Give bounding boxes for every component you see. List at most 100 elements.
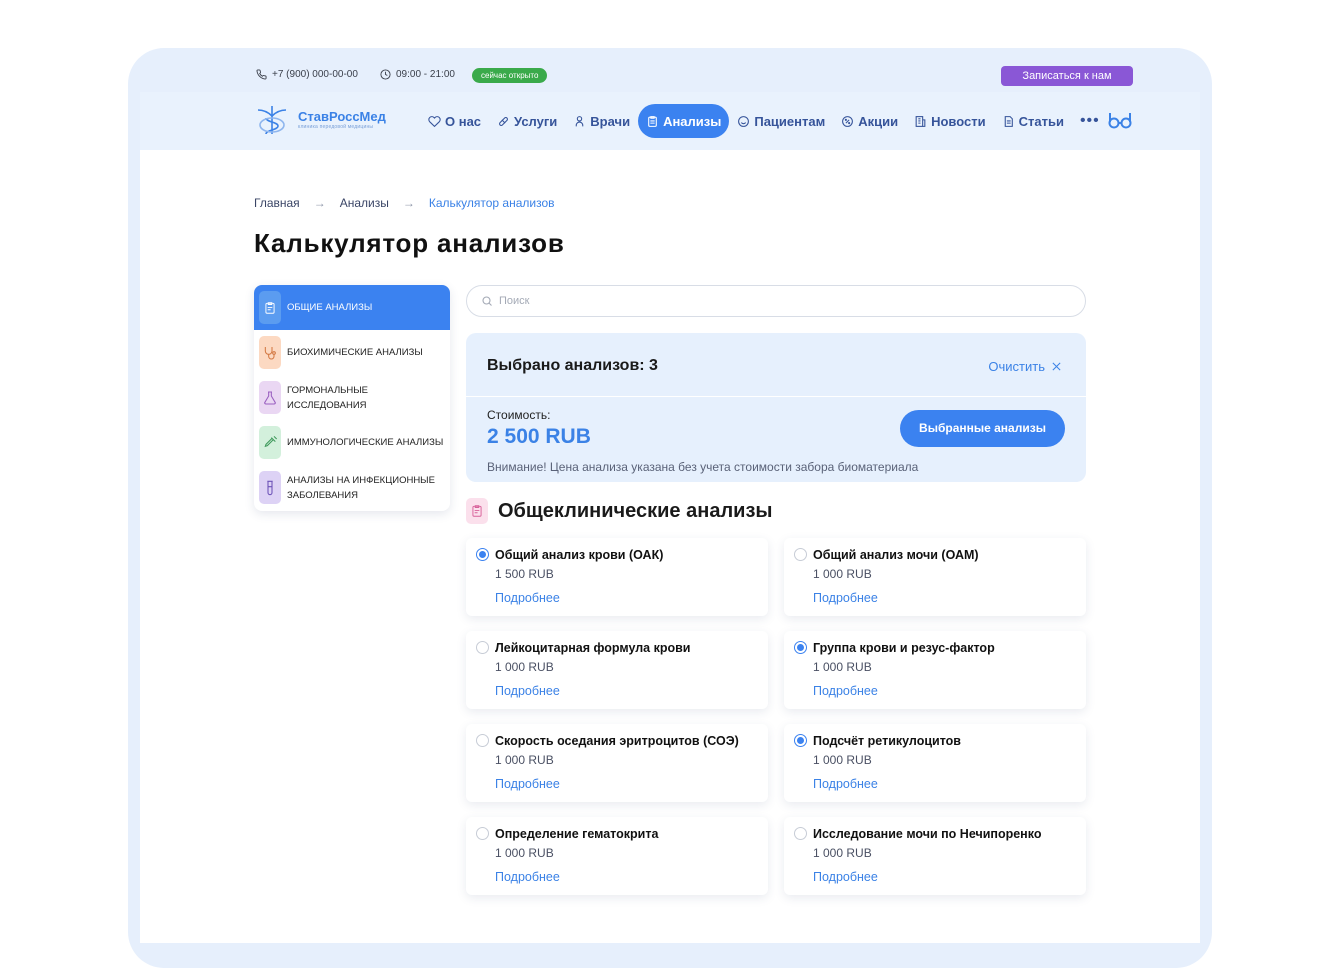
analysis-name: Общий анализ мочи (ОАМ)	[813, 548, 979, 562]
analysis-card[interactable]: Определение гематокрита 1 000 RUB Подроб…	[466, 817, 768, 895]
analysis-card[interactable]: Общий анализ мочи (ОАМ) 1 000 RUB Подроб…	[784, 538, 1086, 616]
analysis-name: Скорость оседания эритроцитов (СОЭ)	[495, 734, 739, 748]
breadcrumb-current[interactable]: Калькулятор анализов	[429, 196, 555, 210]
analysis-price: 1 000 RUB	[813, 846, 872, 860]
nav-item-label: Статьи	[1018, 113, 1064, 129]
main-navbar: СтавРоссМед клиника передовой медицины О…	[140, 92, 1200, 150]
category-label: Общие анализы	[287, 302, 373, 313]
clear-label: Очистить	[988, 359, 1045, 374]
opening-hours: 09:00 - 21:00	[380, 69, 455, 80]
section-title: Общеклинические анализы	[498, 499, 773, 522]
analysis-price: 1 000 RUB	[813, 660, 872, 674]
analysis-card[interactable]: Исследование мочи по Нечипоренко 1 000 R…	[784, 817, 1086, 895]
radio-unselected[interactable]	[476, 827, 489, 840]
analysis-card[interactable]: Общий анализ крови (ОАК) 1 500 RUB Подро…	[466, 538, 768, 616]
accessibility-glasses-icon[interactable]	[1108, 110, 1132, 135]
details-link[interactable]: Подробнее	[495, 870, 560, 884]
nav-item-about[interactable]: О нас	[420, 104, 489, 138]
flask-icon	[259, 381, 281, 414]
nav-item-services[interactable]: Услуги	[489, 104, 565, 138]
details-link[interactable]: Подробнее	[813, 777, 878, 791]
nav-item-label: Пациентам	[754, 113, 826, 129]
percent-icon	[842, 115, 854, 127]
open-status-badge: сейчас открыто	[472, 68, 548, 83]
nav-item-promotions[interactable]: Акции	[833, 104, 906, 138]
test-tube-icon	[259, 471, 281, 504]
analysis-price: 1 000 RUB	[813, 753, 872, 767]
smile-icon	[738, 115, 750, 127]
building-icon	[915, 115, 926, 127]
section-header: Общеклинические анализы	[466, 498, 772, 524]
nav-item-patients[interactable]: Пациентам	[729, 104, 833, 138]
details-link[interactable]: Подробнее	[813, 591, 878, 605]
search-bar	[466, 285, 1086, 317]
radio-selected[interactable]	[794, 641, 807, 654]
clear-button[interactable]: Очистить	[988, 359, 1062, 374]
category-infectious[interactable]: Анализы на инфекционные заболевания	[254, 465, 450, 510]
category-immunological[interactable]: Иммунологические анализы	[254, 420, 450, 465]
analysis-card[interactable]: Скорость оседания эритроцитов (СОЭ) 1 00…	[466, 724, 768, 802]
radio-selected[interactable]	[794, 734, 807, 747]
analysis-name: Исследование мочи по Нечипоренко	[813, 827, 1042, 841]
category-hormonal[interactable]: Гормональные исследования	[254, 375, 450, 420]
book-appointment-button[interactable]: Записаться к нам	[1001, 66, 1133, 86]
radio-unselected[interactable]	[794, 548, 807, 561]
analysis-price: 1 000 RUB	[495, 660, 554, 674]
stethoscope-icon	[259, 336, 281, 369]
radio-unselected[interactable]	[794, 827, 807, 840]
nav-item-articles[interactable]: Статьи	[994, 104, 1072, 138]
details-link[interactable]: Подробнее	[495, 684, 560, 698]
selection-summary: Выбрано анализов: 3 Очистить Стоимость: …	[466, 333, 1086, 482]
nav-item-doctors[interactable]: Врачи	[565, 104, 638, 138]
category-general[interactable]: Общие анализы	[254, 285, 450, 330]
details-link[interactable]: Подробнее	[495, 777, 560, 791]
pills-icon	[499, 116, 509, 126]
close-icon	[1052, 362, 1061, 371]
analysis-card[interactable]: Группа крови и резус-фактор 1 000 RUB По…	[784, 631, 1086, 709]
top-bar: +7 (900) 000-00-00 09:00 - 21:00 сейчас …	[128, 60, 1212, 92]
breadcrumb: Главная → Анализы → Калькулятор анализов	[254, 196, 555, 210]
clipboard-icon	[648, 115, 657, 127]
radio-unselected[interactable]	[476, 641, 489, 654]
analysis-card[interactable]: Лейкоцитарная формула крови 1 000 RUB По…	[466, 631, 768, 709]
category-label: Анализы на инфекционные заболевания	[287, 474, 435, 501]
nav-item-news[interactable]: Новости	[906, 104, 994, 138]
doctor-icon	[575, 115, 584, 126]
analysis-card[interactable]: Подсчёт ретикулоцитов 1 000 RUB Подробне…	[784, 724, 1086, 802]
selected-analyses-button[interactable]: Выбранные анализы	[900, 410, 1065, 447]
nav-item-label: Новости	[931, 113, 986, 129]
breadcrumb-home[interactable]: Главная	[254, 196, 300, 210]
analysis-price: 1 000 RUB	[495, 846, 554, 860]
radio-selected[interactable]	[476, 548, 489, 561]
details-link[interactable]: Подробнее	[813, 684, 878, 698]
details-link[interactable]: Подробнее	[813, 870, 878, 884]
nav-item-analyses[interactable]: Анализы	[638, 104, 730, 138]
category-sidebar: Общие анализы Биохимические анализы Горм…	[254, 285, 450, 511]
brand-tagline: клиника передовой медицины	[298, 124, 374, 130]
phone-number: +7 (900) 000-00-00	[272, 69, 358, 80]
clipboard-icon	[466, 498, 488, 524]
category-biochemical[interactable]: Биохимические анализы	[254, 330, 450, 375]
syringe-icon	[259, 426, 281, 459]
logo[interactable]: СтавРоссМед клиника передовой медицины	[254, 104, 386, 136]
page-title: Калькулятор анализов	[254, 228, 565, 258]
search-input[interactable]	[499, 295, 1059, 307]
analysis-name: Подсчёт ретикулоцитов	[813, 734, 961, 748]
clipboard-icon	[259, 291, 281, 324]
nav-item-label: Акции	[858, 113, 899, 129]
selected-count: Выбрано анализов: 3	[487, 357, 658, 374]
radio-unselected[interactable]	[476, 734, 489, 747]
category-label: Биохимические анализы	[287, 347, 423, 358]
details-link[interactable]: Подробнее	[495, 591, 560, 605]
brand-name: СтавРоссМед	[298, 109, 386, 124]
nav-item-label: Анализы	[663, 113, 722, 129]
analysis-name: Лейкоцитарная формула крови	[495, 641, 691, 655]
clock-icon	[380, 69, 391, 80]
document-icon	[1004, 115, 1013, 127]
main-content: Главная → Анализы → Калькулятор анализов…	[140, 150, 1200, 943]
breadcrumb-analyses[interactable]: Анализы	[340, 196, 389, 210]
price-note: Внимание! Цена анализа указана без учета…	[487, 460, 919, 474]
category-label: Иммунологические анализы	[287, 437, 444, 448]
phone-contact[interactable]: +7 (900) 000-00-00	[256, 69, 358, 80]
more-menu-icon[interactable]: •••	[1072, 112, 1108, 130]
